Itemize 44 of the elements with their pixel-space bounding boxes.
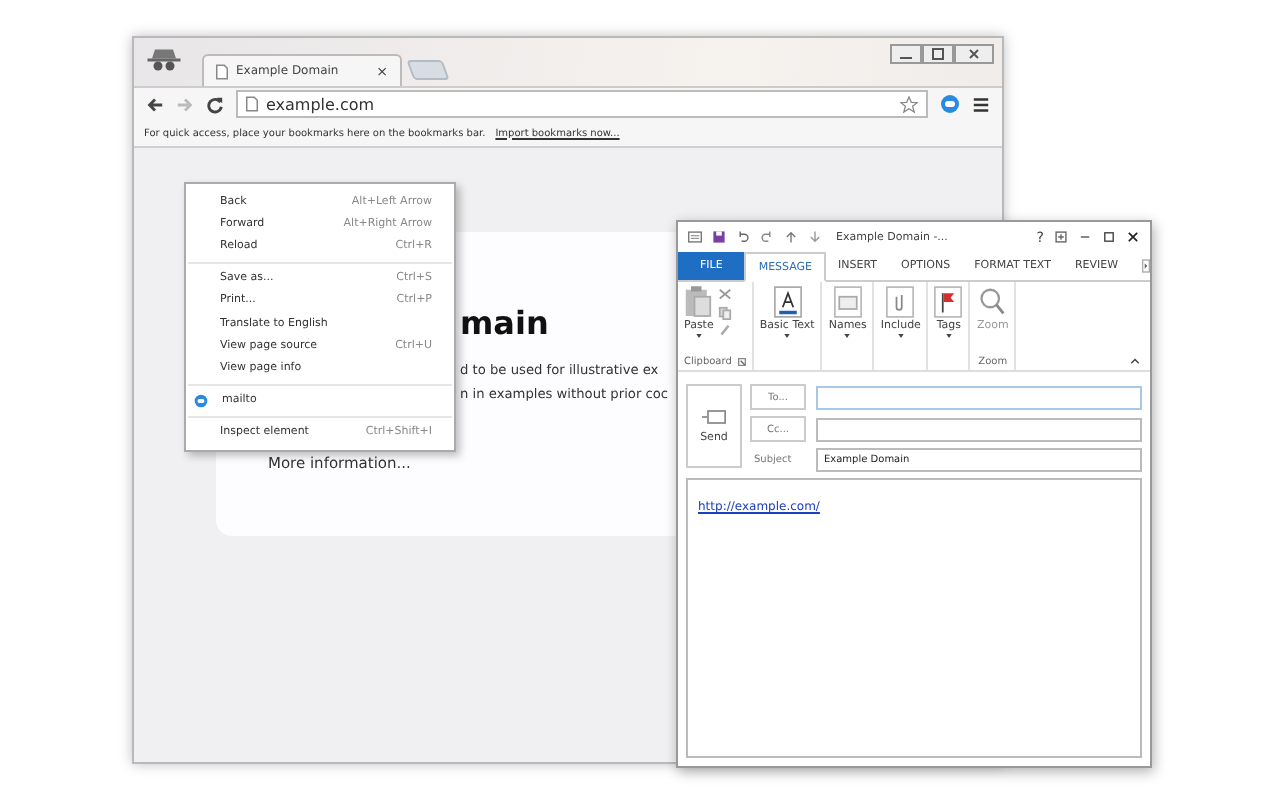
dropdown-caret-icon: [897, 334, 904, 338]
address-bar[interactable]: example.com: [236, 90, 928, 118]
dialog-launcher-icon[interactable]: [737, 358, 746, 366]
page-icon: [246, 96, 258, 112]
reload-icon[interactable]: [206, 95, 224, 113]
cc-field[interactable]: [816, 417, 1142, 441]
magnifier-icon: [978, 286, 1007, 318]
scroll-right-icon[interactable]: [1142, 256, 1150, 276]
paperclip-icon: [886, 286, 915, 318]
save-icon[interactable]: [712, 230, 726, 244]
minimize-icon[interactable]: [1078, 230, 1092, 244]
undo-icon[interactable]: [736, 230, 750, 244]
up-arrow-icon[interactable]: [784, 230, 798, 244]
font-color-icon: [773, 286, 802, 318]
redo-icon[interactable]: [760, 230, 774, 244]
maximize-icon[interactable]: [1102, 230, 1116, 244]
spy-icon: [146, 46, 182, 74]
clipboard-icon: [684, 286, 713, 318]
copy-icon[interactable]: [717, 306, 732, 320]
back-arrow-icon[interactable]: [146, 95, 164, 113]
dropdown-caret-icon: [844, 334, 851, 338]
ribbon-options-icon[interactable]: [1054, 230, 1068, 244]
flag-icon: [934, 286, 963, 318]
dropdown-caret-icon: [945, 334, 952, 338]
page-icon: [216, 63, 228, 79]
extension-icon: [194, 393, 208, 408]
page-heading: main: [460, 306, 549, 342]
dropdown-caret-icon: [695, 334, 702, 338]
star-icon[interactable]: [900, 95, 918, 113]
url-text: example.com: [266, 95, 377, 113]
extension-icon[interactable]: [940, 94, 960, 114]
collapse-ribbon-icon[interactable]: [1130, 358, 1140, 364]
dropdown-caret-icon: [784, 334, 791, 338]
scissors-icon[interactable]: [717, 288, 732, 302]
minimize-icon[interactable]: [890, 44, 922, 64]
address-book-icon: [833, 286, 862, 318]
menu-icon[interactable]: [972, 95, 990, 113]
message-icon: [688, 230, 702, 244]
maximize-icon[interactable]: [922, 44, 954, 64]
down-arrow-icon[interactable]: [808, 230, 822, 244]
envelope-icon: [702, 409, 726, 423]
format-painter-icon[interactable]: [717, 324, 732, 338]
to-field[interactable]: [816, 385, 1142, 409]
close-icon[interactable]: [1126, 230, 1140, 244]
